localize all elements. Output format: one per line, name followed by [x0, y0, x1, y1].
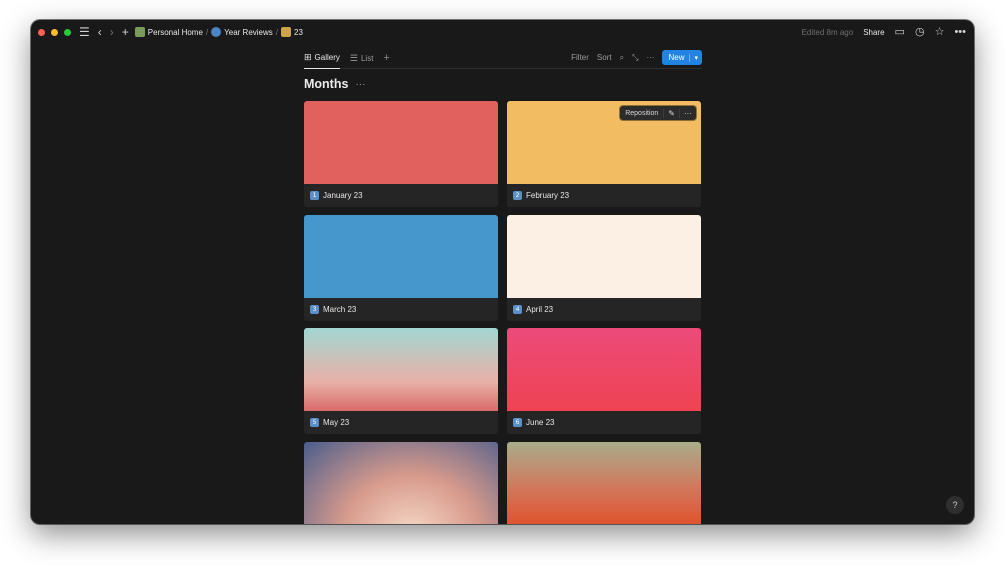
- breadcrumb-separator: /: [205, 27, 209, 37]
- star-icon[interactable]: ☆: [935, 26, 945, 38]
- card-caption: 4 April 23: [507, 298, 701, 321]
- card-caption: 2 February 23: [507, 184, 701, 207]
- comments-icon[interactable]: ▭: [895, 26, 905, 38]
- window-controls: [38, 28, 71, 36]
- card-cover: [507, 442, 701, 524]
- view-actions: Filter Sort ⌕ ⤡ ··· New ▾: [571, 50, 702, 65]
- card-cover: [304, 442, 498, 524]
- list-icon: ☰: [349, 52, 358, 63]
- chevron-down-icon[interactable]: ▾: [689, 53, 702, 62]
- tab-gallery[interactable]: ⊞ Gallery: [304, 48, 340, 69]
- breadcrumb-item-23[interactable]: 23: [294, 28, 303, 37]
- help-button[interactable]: ?: [946, 496, 964, 514]
- card-caption: 3 March 23: [304, 298, 498, 321]
- breadcrumb-item-personal-home[interactable]: Personal Home: [148, 28, 203, 37]
- new-button-label: New: [668, 53, 685, 62]
- sparkles-icon: [281, 27, 292, 37]
- database-more-icon[interactable]: ···: [355, 79, 365, 90]
- number-6-icon: 6: [513, 418, 522, 427]
- card-title: May 23: [323, 418, 350, 427]
- menu-icon[interactable]: ☰: [79, 26, 90, 38]
- number-4-icon: 4: [513, 305, 522, 314]
- tab-gallery-label: Gallery: [314, 53, 340, 62]
- expand-icon[interactable]: ⤡: [632, 53, 638, 63]
- edited-timestamp: Edited 8m ago: [801, 27, 854, 37]
- card-title: June 23: [526, 418, 555, 427]
- reposition-button[interactable]: Reposition: [620, 110, 663, 117]
- database-title[interactable]: Months: [304, 77, 348, 91]
- card-title: March 23: [323, 305, 357, 314]
- number-1-icon: 1: [310, 191, 319, 200]
- breadcrumb: Personal Home / Year Reviews / 23: [134, 27, 303, 37]
- search-icon[interactable]: ⌕: [620, 53, 624, 63]
- gallery-card[interactable]: 3 March 23: [304, 215, 498, 321]
- history-icon[interactable]: ◷: [915, 26, 925, 38]
- maximize-window-button[interactable]: [64, 28, 71, 36]
- new-page-icon[interactable]: +: [122, 26, 129, 38]
- card-cover: [507, 215, 701, 298]
- filter-button[interactable]: Filter: [571, 53, 589, 62]
- more-icon[interactable]: ···: [679, 108, 696, 118]
- card-caption: 1 January 23: [304, 184, 498, 207]
- gallery-card[interactable]: Reposition ✎ ··· 2 February 23: [507, 101, 701, 207]
- database-content: ⊞ Gallery ☰ List + Filter Sort ⌕ ⤡ ··· N…: [304, 48, 702, 92]
- new-button[interactable]: New ▾: [662, 50, 702, 65]
- forward-arrow-icon[interactable]: ›: [110, 26, 114, 38]
- database-header: Months ···: [304, 76, 702, 92]
- breadcrumb-item-year-reviews[interactable]: Year Reviews: [224, 28, 273, 37]
- close-window-button[interactable]: [38, 28, 45, 36]
- number-5-icon: 5: [310, 418, 319, 427]
- number-2-icon: 2: [513, 191, 522, 200]
- breadcrumb-separator: /: [275, 27, 279, 37]
- gallery-card[interactable]: 1 January 23: [304, 101, 498, 207]
- cover-overlay-toolbar: Reposition ✎ ···: [620, 106, 696, 120]
- app-window: ☰ ‹ › + Personal Home / Year Reviews / 2…: [31, 20, 974, 524]
- card-cover: [304, 328, 498, 411]
- gallery-icon: ⊞: [304, 52, 312, 62]
- minimize-window-button[interactable]: [51, 28, 58, 36]
- card-caption: 5 May 23: [304, 411, 498, 434]
- card-title: February 23: [526, 191, 570, 200]
- card-title: April 23: [526, 305, 554, 314]
- tab-list-label: List: [360, 53, 374, 63]
- card-cover: [507, 328, 701, 411]
- gallery-card[interactable]: 4 April 23: [507, 215, 701, 321]
- add-view-icon[interactable]: +: [383, 52, 389, 64]
- gallery-card[interactable]: [507, 442, 701, 524]
- more-options-icon[interactable]: •••: [954, 26, 966, 38]
- sort-button[interactable]: Sort: [597, 53, 612, 62]
- page-actions: Edited 8m ago Share ▭ ◷ ☆ •••: [802, 20, 966, 44]
- gallery-card[interactable]: [304, 442, 498, 524]
- tab-list[interactable]: ☰ List: [350, 48, 374, 69]
- number-3-icon: 3: [310, 305, 319, 314]
- card-title: January 23: [323, 191, 363, 200]
- view-bar: ⊞ Gallery ☰ List + Filter Sort ⌕ ⤡ ··· N…: [304, 48, 702, 69]
- globe-icon: [211, 27, 222, 37]
- card-cover: [304, 101, 498, 184]
- title-bar: ☰ ‹ › + Personal Home / Year Reviews / 2…: [31, 20, 974, 44]
- card-cover: [304, 215, 498, 298]
- house-icon: [134, 27, 145, 37]
- share-button[interactable]: Share: [863, 28, 884, 37]
- pencil-icon[interactable]: ✎: [663, 108, 679, 118]
- card-caption: 6 June 23: [507, 411, 701, 434]
- view-more-icon[interactable]: ···: [646, 53, 654, 62]
- gallery-card[interactable]: 6 June 23: [507, 328, 701, 434]
- back-arrow-icon[interactable]: ‹: [98, 26, 102, 38]
- gallery-card[interactable]: 5 May 23: [304, 328, 498, 434]
